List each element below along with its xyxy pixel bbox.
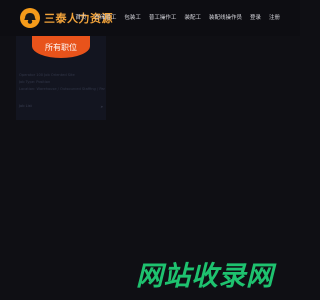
nav-item-assembler[interactable]: 装配工 bbox=[184, 13, 201, 21]
site-header: 三泰人力资源 首页 仓储普工 包装工 普工操作工 装配工 装配线操作员 登录 注… bbox=[0, 0, 300, 36]
info-line: Operator 100 Job Oriented Site bbox=[19, 73, 75, 77]
nav-item-assembly-line[interactable]: 装配线操作员 bbox=[209, 13, 242, 21]
watermark: 网站收录网 bbox=[136, 261, 274, 292]
info-lines: Operator 100 Job Oriented Site Job Type:… bbox=[19, 72, 105, 93]
all-jobs-label: 所有职位 bbox=[45, 42, 77, 52]
arrow-right-icon: » bbox=[100, 103, 103, 109]
nav-item-operator[interactable]: 普工操作工 bbox=[149, 13, 177, 21]
nav-item-home[interactable]: 首页 bbox=[75, 13, 86, 21]
worker-helmet-icon bbox=[20, 8, 40, 28]
nav-item-register[interactable]: 注册 bbox=[269, 13, 280, 21]
job-list-link[interactable]: Job List bbox=[19, 104, 32, 108]
info-footer[interactable]: Job List » bbox=[19, 103, 103, 109]
nav-item-login[interactable]: 登录 bbox=[250, 13, 261, 21]
nav-item-warehouse-worker[interactable]: 仓储普工 bbox=[94, 13, 116, 21]
main-nav: 首页 仓储普工 包装工 普工操作工 装配工 装配线操作员 登录 注册 bbox=[75, 10, 280, 24]
info-line: Location: Warehouse / Outsourced Staffin… bbox=[19, 87, 105, 91]
info-line: Job Type: Position bbox=[19, 80, 51, 84]
nav-item-packer[interactable]: 包装工 bbox=[124, 13, 141, 21]
